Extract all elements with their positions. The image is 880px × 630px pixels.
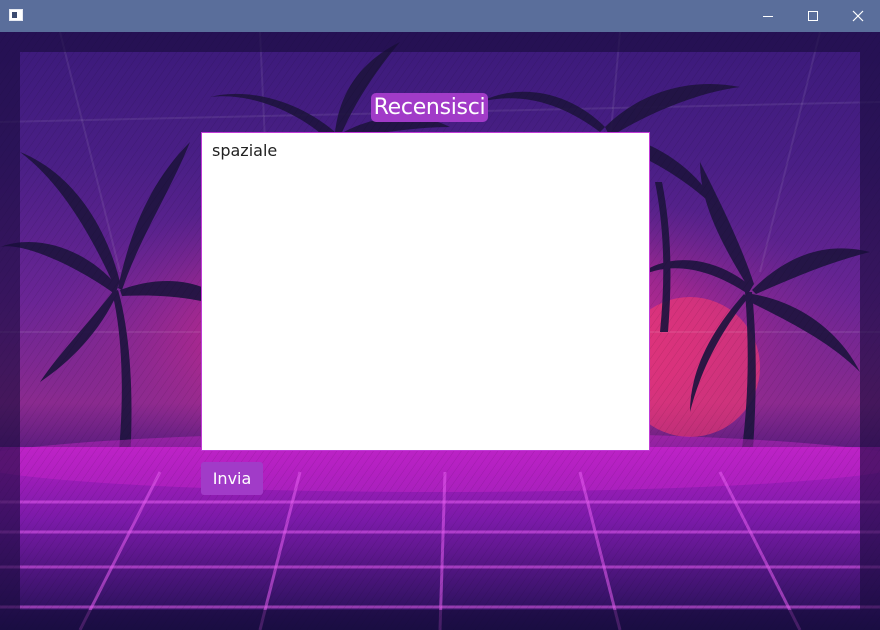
close-button[interactable]: [835, 0, 880, 32]
maximize-button[interactable]: [790, 0, 836, 32]
review-text-area[interactable]: spaziale: [201, 132, 650, 451]
minimize-button[interactable]: [745, 0, 791, 32]
app-window-icon: [9, 9, 23, 21]
close-icon: [852, 10, 864, 22]
page-title: Recensisci: [371, 93, 488, 122]
title-bar: [0, 0, 880, 32]
minimize-icon: [763, 16, 773, 17]
maximize-icon: [808, 11, 818, 21]
submit-button[interactable]: Invia: [201, 462, 263, 495]
